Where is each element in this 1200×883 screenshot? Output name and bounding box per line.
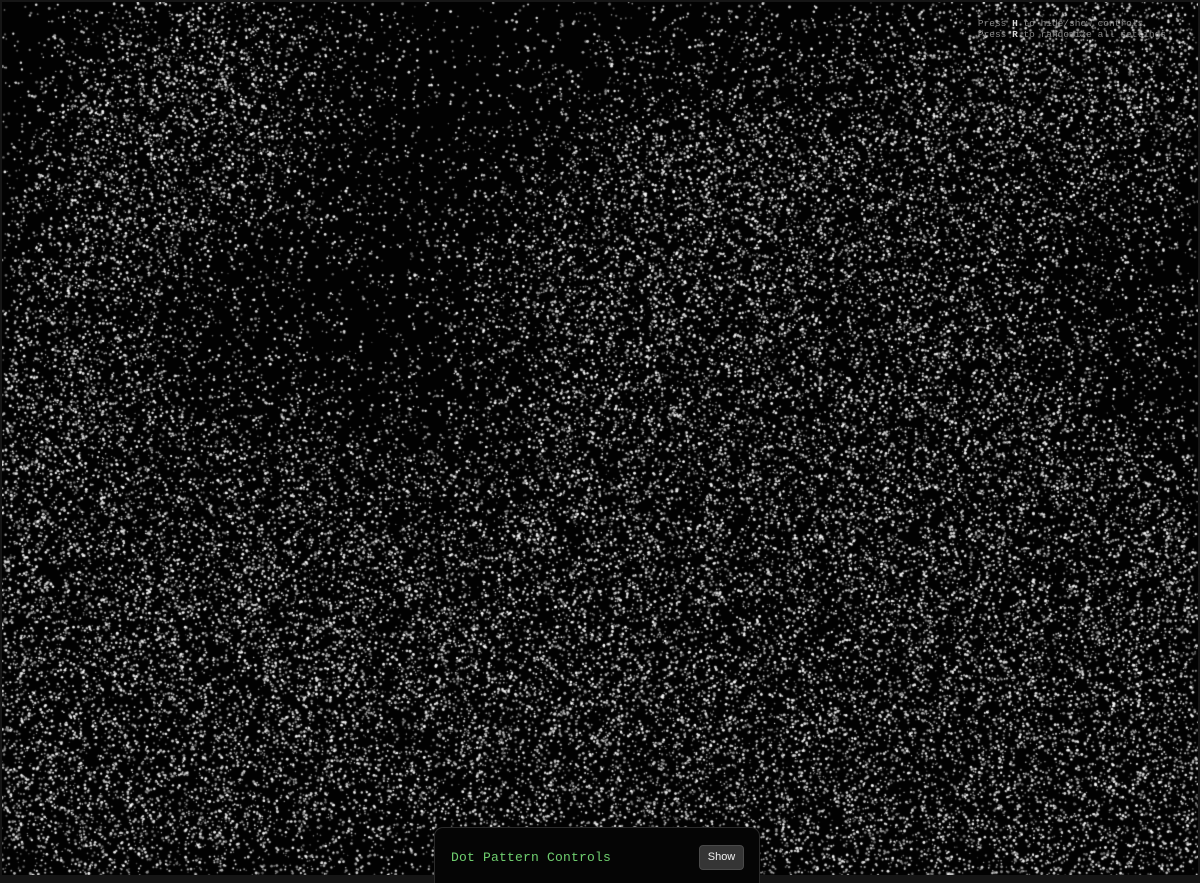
controls-panel-title: Dot Pattern Controls bbox=[451, 850, 612, 865]
hint-randomize: Press R to randomize all settings bbox=[977, 29, 1166, 40]
keyboard-hints: Press H to hide/show controls Press R to … bbox=[978, 18, 1166, 40]
hint-hide-controls: Press H to hide/show controls bbox=[977, 18, 1144, 29]
canvas-frame: Press H to hide/show controls Press R to … bbox=[0, 0, 1200, 883]
controls-panel: Dot Pattern Controls Show bbox=[434, 827, 760, 883]
show-controls-button[interactable]: Show bbox=[699, 845, 744, 870]
dot-pattern-canvas bbox=[2, 2, 1198, 875]
